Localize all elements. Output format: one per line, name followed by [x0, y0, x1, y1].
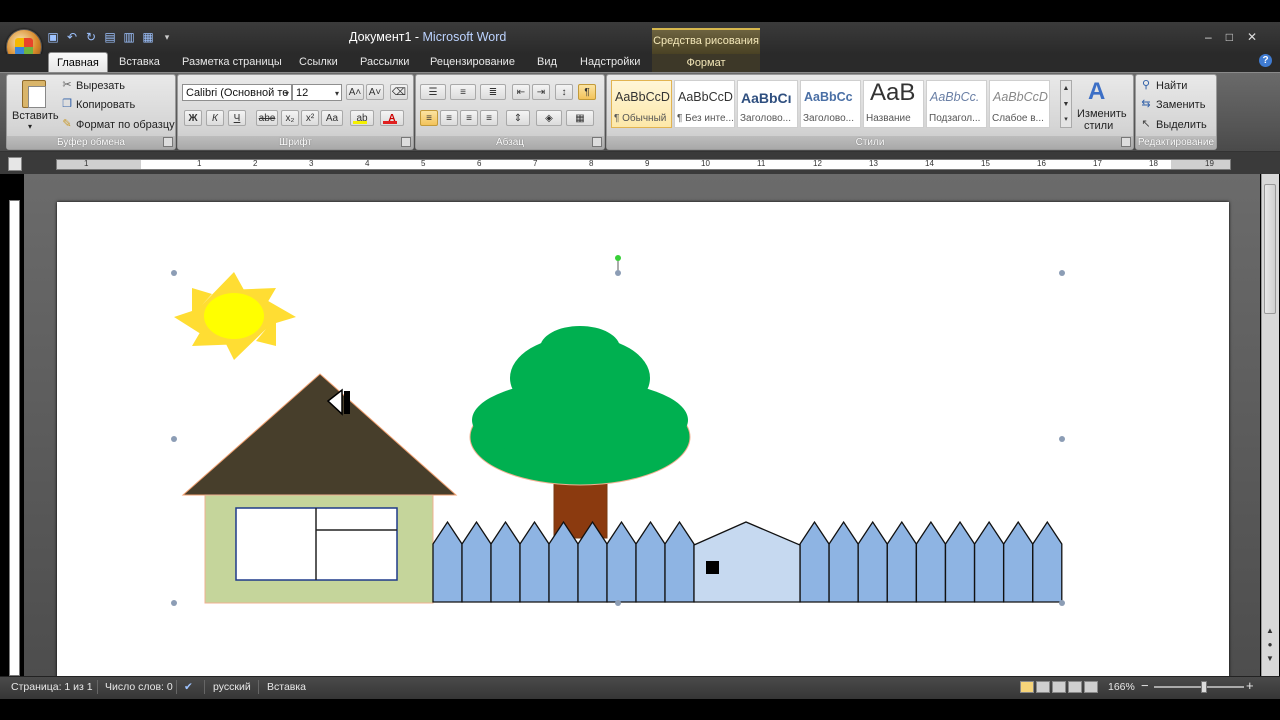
sun-disc: [204, 293, 264, 339]
print-layout-view-icon[interactable]: [1020, 681, 1034, 693]
fence-picket: [915, 520, 947, 603]
draft-view-icon[interactable]: [1084, 681, 1098, 693]
fence-picket: [432, 520, 463, 603]
resize-handle[interactable]: [171, 600, 177, 606]
fence-picket: [857, 520, 888, 603]
fence-picket: [828, 520, 859, 603]
fence-picket: [490, 520, 521, 603]
drawing-canvas[interactable]: [0, 0, 1280, 720]
roof-shape[interactable]: [181, 373, 458, 496]
status-separator: [97, 680, 98, 694]
zoom-slider[interactable]: [1154, 686, 1244, 688]
fence-picket: [664, 520, 695, 603]
outline-view-icon[interactable]: [1068, 681, 1082, 693]
fence-picket: [1032, 520, 1063, 603]
resize-handle[interactable]: [171, 270, 177, 276]
fence-picket: [635, 520, 666, 603]
resize-handle[interactable]: [1059, 270, 1065, 276]
fence-picket: [1003, 520, 1034, 603]
fence-picket: [799, 520, 830, 603]
status-separator: [258, 680, 259, 694]
resize-handle[interactable]: [171, 436, 177, 442]
fence-picket: [944, 520, 976, 603]
rotate-handle[interactable]: [615, 255, 621, 261]
status-insert-mode[interactable]: Вставка: [267, 681, 306, 693]
resize-handle[interactable]: [1059, 436, 1065, 442]
zoom-slider-thumb[interactable]: [1201, 681, 1207, 693]
fence-picket: [461, 520, 492, 603]
status-separator: [176, 680, 177, 694]
status-separator: [204, 680, 205, 694]
fence-picket: [973, 520, 1005, 603]
web-layout-view-icon[interactable]: [1052, 681, 1066, 693]
full-screen-view-icon[interactable]: [1036, 681, 1050, 693]
house-window[interactable]: [235, 507, 398, 581]
fence-picket: [886, 520, 917, 603]
resize-handle[interactable]: [615, 600, 621, 606]
resize-handle[interactable]: [1059, 600, 1065, 606]
sun-shape[interactable]: [174, 272, 296, 360]
tree-crown-shape[interactable]: [469, 326, 691, 486]
status-words[interactable]: Число слов: 0: [105, 681, 173, 693]
resize-handle[interactable]: [615, 270, 621, 276]
proofing-icon[interactable]: ✔: [184, 681, 193, 693]
fence-picket: [606, 520, 637, 603]
status-language[interactable]: русский: [213, 681, 251, 693]
zoom-in-button[interactable]: +: [1246, 678, 1254, 693]
gate-handle-shape[interactable]: [706, 561, 719, 574]
fence-picket: [519, 520, 550, 603]
status-page[interactable]: Страница: 1 из 1: [11, 681, 93, 693]
zoom-out-button[interactable]: −: [1141, 678, 1149, 693]
zoom-level[interactable]: 166%: [1108, 681, 1135, 693]
